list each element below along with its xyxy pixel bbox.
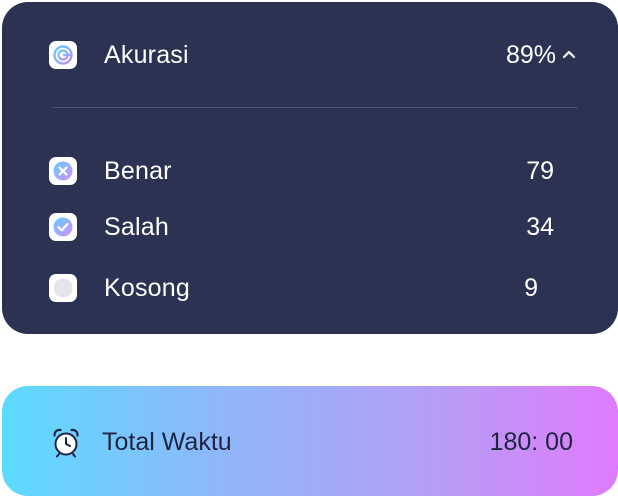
benar-label: Benar [104,157,172,185]
kosong-label: Kosong [104,274,190,302]
kosong-value: 9 [524,274,538,302]
chevron-up-icon[interactable] [560,45,578,63]
target-icon [49,41,77,69]
cross-badge-icon [49,157,77,185]
alarm-clock-icon [50,426,82,458]
divider [52,107,578,108]
salah-value: 34 [526,213,554,241]
stats-card: Akurasi 89% Benar 79 Salah 34 Kosong 9 [2,2,618,334]
stat-row-benar: Benar 79 [2,151,618,191]
accuracy-value: 89% [505,41,556,69]
empty-circle-icon [49,274,77,302]
total-time-value: 180: 00 [489,428,573,456]
check-badge-icon [49,213,77,241]
stat-row-kosong: Kosong 9 [2,268,618,308]
benar-value: 79 [526,157,554,185]
accuracy-label: Akurasi [104,41,189,69]
salah-label: Salah [104,213,169,241]
total-time-card: Total Waktu 180: 00 [2,386,618,496]
total-time-label: Total Waktu [102,428,232,456]
accuracy-row[interactable]: Akurasi 89% [2,35,618,75]
stat-row-salah: Salah 34 [2,207,618,247]
